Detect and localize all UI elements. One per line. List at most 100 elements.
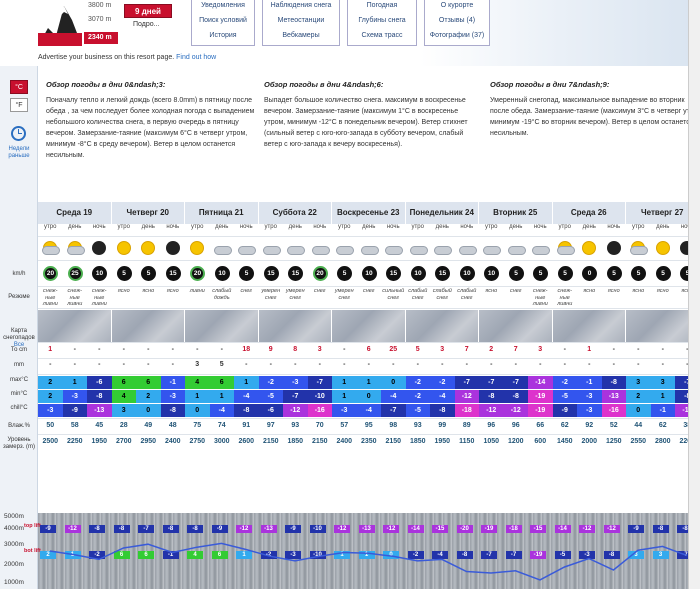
snowfall-map-tile[interactable] [185, 310, 259, 342]
weather-summary-cell: снеж-ные ливни [557, 288, 573, 307]
nav-photos[interactable]: Фотографии (37) [425, 32, 489, 39]
tmin-cell: 2 [136, 390, 161, 403]
nav-weather-stations[interactable]: Метеостанции [263, 17, 339, 24]
nav-weather[interactable]: Погодная [348, 2, 416, 9]
weather-summary-cell: снег [240, 288, 253, 294]
freezing-level-cell: 1950 [91, 438, 108, 445]
tmax-cell: 6 [111, 376, 136, 389]
humidity-cell: 93 [413, 422, 422, 429]
humidity-cell: 96 [487, 422, 496, 429]
nav-about-resort[interactable]: О курорте [425, 2, 489, 9]
day-header[interactable]: Пятница 21 [185, 202, 259, 224]
snowfall-map-tile[interactable] [111, 310, 185, 342]
weather-moon-icon [163, 238, 183, 258]
tchill-cell: -16 [601, 404, 626, 417]
nine-days-button[interactable]: 9 дней [124, 4, 172, 18]
weather-moon-icon [604, 238, 624, 258]
weather-summary-cell: ясно [632, 288, 645, 294]
row-divider [38, 418, 700, 419]
weather-cloud-icon [236, 238, 256, 258]
celsius-toggle[interactable]: °C [10, 80, 28, 94]
snow-cm-cell: 3 [440, 346, 445, 353]
nav-condition-search[interactable]: Поиск условий [192, 17, 254, 24]
wind-speed-badge: 5 [239, 266, 254, 281]
day-part-label: день [288, 224, 302, 230]
snowfall-map-tile[interactable] [479, 310, 553, 342]
snowfall-map-tile[interactable] [258, 310, 332, 342]
summary-title: Обзор погоды в дни 4&ndash;6: [264, 80, 384, 89]
rain-mm-cell: - [269, 361, 272, 368]
wind-speed-badge: 5 [606, 266, 622, 281]
nav-snow-observations[interactable]: Наблюдения снега [263, 2, 339, 9]
tmax-cell: -7 [307, 376, 332, 389]
day-part-label: ночь [166, 224, 180, 230]
summary-title: Обзор погоды в дни 7&ndash;9: [490, 80, 610, 89]
elev-top: 3800 m [88, 2, 112, 9]
fahrenheit-toggle[interactable]: °F [10, 98, 28, 112]
weather-sun-icon [579, 238, 599, 258]
tchill-cell: -8 [234, 404, 259, 417]
wind-speed-badge: 5 [655, 266, 671, 281]
day-part-label: ночь [386, 224, 400, 230]
snow-cm-cell: 3 [538, 346, 543, 353]
day-part-label: утро [411, 224, 424, 230]
day-part-label: утро [338, 224, 351, 230]
altitude-level-label: 1000m [4, 579, 24, 586]
day-header[interactable]: Вторник 25 [479, 202, 553, 224]
weather-cloud-icon [506, 238, 526, 258]
wind-speed-badge: 25 [67, 266, 83, 281]
tmin-cell: 1 [332, 390, 357, 403]
elev-bottom[interactable]: 2340 m [84, 32, 118, 44]
snowfall-map-tile[interactable] [552, 310, 626, 342]
nav-piste-map[interactable]: Схема трасс [348, 32, 416, 39]
details-link[interactable]: Подро... [133, 21, 159, 28]
tmax-cell: 1 [356, 376, 381, 389]
day-header[interactable]: Среда 26 [552, 202, 626, 224]
freezing-level-cell: 2700 [115, 438, 132, 445]
weather-summary-cell: ясно [117, 288, 130, 294]
rain-mm-cell: - [392, 361, 395, 368]
humidity-cell: 52 [609, 422, 618, 429]
nav-snow-depth[interactable]: Глубины снега [348, 17, 416, 24]
tmin-cell: -3 [160, 390, 185, 403]
snowfall-map-tile[interactable] [332, 310, 406, 342]
day-header[interactable]: Четверг 20 [111, 202, 185, 224]
advert-link[interactable]: Find out how [176, 54, 216, 61]
humidity-cell: 70 [315, 422, 324, 429]
tmin-cell: -3 [577, 390, 602, 403]
nav-notifications[interactable]: Уведомления [192, 2, 254, 9]
tmax-cell: 6 [209, 376, 234, 389]
humidity-cell: 58 [70, 422, 79, 429]
weather-summary-cell: ясно [607, 288, 620, 294]
wind-speed-badge: 15 [288, 266, 303, 281]
day-part-label: день [215, 224, 229, 230]
day-header[interactable]: Понедельник 24 [405, 202, 479, 224]
rain-mm-cell: - [637, 361, 640, 368]
day-header[interactable]: Воскресенье 23 [332, 202, 406, 224]
snowfall-map-tile[interactable] [405, 310, 479, 342]
weather-summary-cell: слабый дождь [212, 288, 232, 301]
nav-reviews[interactable]: Отзывы (4) [425, 17, 489, 24]
weeks-earlier-link[interactable]: Недели раньше [1, 146, 37, 160]
row-divider [38, 236, 700, 237]
tmin-cell: 4 [111, 390, 136, 403]
altitude-level-label: 4000m [4, 525, 24, 532]
snow-cm-cell: - [196, 346, 199, 353]
rain-mm-cell: - [49, 361, 52, 368]
clock-icon[interactable] [11, 126, 26, 141]
humidity-cell: 49 [144, 422, 153, 429]
day-header[interactable]: Среда 19 [38, 202, 112, 224]
rain-mm-cell: - [294, 361, 297, 368]
weather-summary-cell: слабый снег [457, 288, 477, 301]
weather-sun-cloud-icon [65, 238, 85, 258]
page-scrollbar[interactable] [688, 0, 700, 589]
snowfall-map-tile[interactable] [38, 310, 112, 342]
day-header[interactable]: Суббота 22 [258, 202, 332, 224]
day-part-label: утро [558, 224, 571, 230]
tchill-cell: -16 [307, 404, 332, 417]
nav-webcams[interactable]: Вебкамеры [263, 32, 339, 39]
day-part-label: ночь [460, 224, 474, 230]
weather-sun-cloud-icon [555, 238, 575, 258]
nav-history[interactable]: История [192, 32, 254, 39]
snow-cm-cell: - [171, 346, 174, 353]
